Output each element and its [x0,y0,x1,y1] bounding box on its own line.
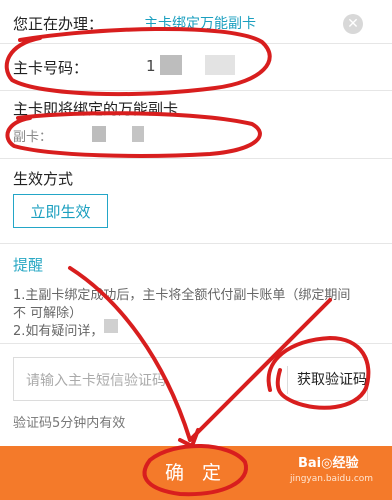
bind-section-title: 主卡即将绑定的万能副卡 [13,100,179,118]
notice-line: 1.主副卡绑定成功后，主卡将全额代付副卡账单（绑定期间 [13,288,351,303]
divider [0,343,392,344]
masked-number-block [205,55,235,75]
get-code-button[interactable]: 获取验证码 [297,369,367,389]
close-icon[interactable]: ✕ [343,14,363,34]
watermark-url: jingyan.baidu.com [290,474,374,484]
notice-title: 提醒 [13,256,44,274]
annotation-arrow-head [178,428,200,448]
baidu-jingyan-watermark: Bai◎经验 [298,456,359,471]
confirm-bar[interactable]: 确 定 Bai◎经验 jingyan.baidu.com [0,446,392,500]
divider [0,43,392,44]
main-card-label: 主卡号码： [13,59,89,77]
effective-now-button[interactable]: 立即生效 [13,194,108,228]
divider [0,158,392,159]
masked-number-block [92,126,106,142]
sub-card-label: 副卡： [13,130,53,145]
divider [0,90,392,91]
main-card-number-prefix: 1 [146,57,156,75]
notice-line: 2.如有疑问详， [13,324,104,339]
divider [0,243,392,244]
effect-title: 生效方式 [13,170,74,188]
verify-code-box: 请输入主卡短信验证码 获取验证码 [13,357,368,401]
handling-label: 您正在办理： [13,15,104,33]
masked-text-block [104,319,118,333]
handling-value: 主卡绑定万能副卡 [144,16,256,32]
divider [287,366,288,394]
code-validity-hint: 验证码5分钟内有效 [13,416,126,431]
masked-number-block [160,55,182,75]
verify-code-input[interactable]: 请输入主卡短信验证码 [26,370,166,390]
notice-line: 不 可解除） [13,306,83,321]
masked-number-block [132,126,144,142]
